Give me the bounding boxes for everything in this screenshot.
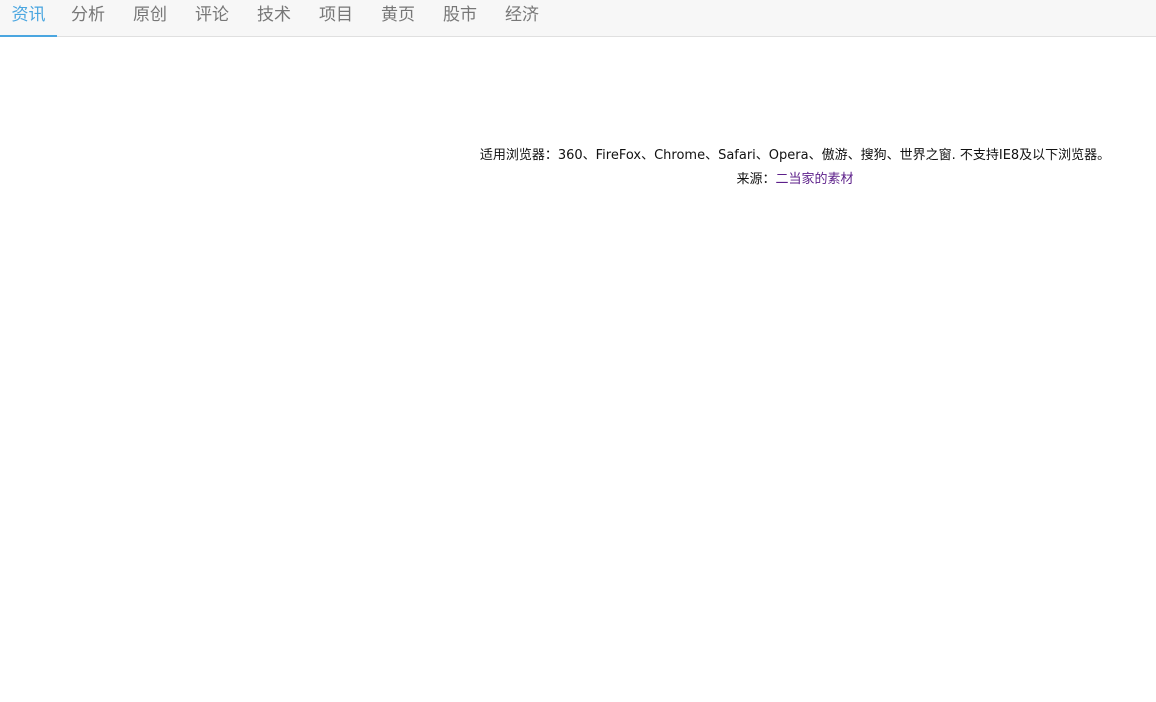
tab-yellow-pages[interactable]: 黄页 bbox=[372, 0, 424, 37]
browser-info-block: 适用浏览器：360、FireFox、Chrome、Safari、Opera、傲游… bbox=[440, 144, 1150, 192]
tab-news[interactable]: 资讯 bbox=[0, 0, 57, 37]
tab-comments[interactable]: 评论 bbox=[186, 0, 238, 37]
tab-projects[interactable]: 项目 bbox=[310, 0, 362, 37]
source-line: 来源：二当家的素材 bbox=[440, 168, 1150, 192]
tab-stock-market[interactable]: 股市 bbox=[434, 0, 486, 37]
source-link[interactable]: 二当家的素材 bbox=[776, 172, 854, 187]
tab-bar: 资讯 分析 原创 评论 技术 项目 黄页 股市 经济 bbox=[0, 0, 1156, 37]
supported-browsers-text: 适用浏览器：360、FireFox、Chrome、Safari、Opera、傲游… bbox=[479, 148, 1111, 163]
tab-economy[interactable]: 经济 bbox=[496, 0, 548, 37]
source-label: 来源： bbox=[736, 172, 776, 187]
tab-original[interactable]: 原创 bbox=[124, 0, 176, 37]
tab-analysis[interactable]: 分析 bbox=[62, 0, 114, 37]
tab-technology[interactable]: 技术 bbox=[248, 0, 300, 37]
